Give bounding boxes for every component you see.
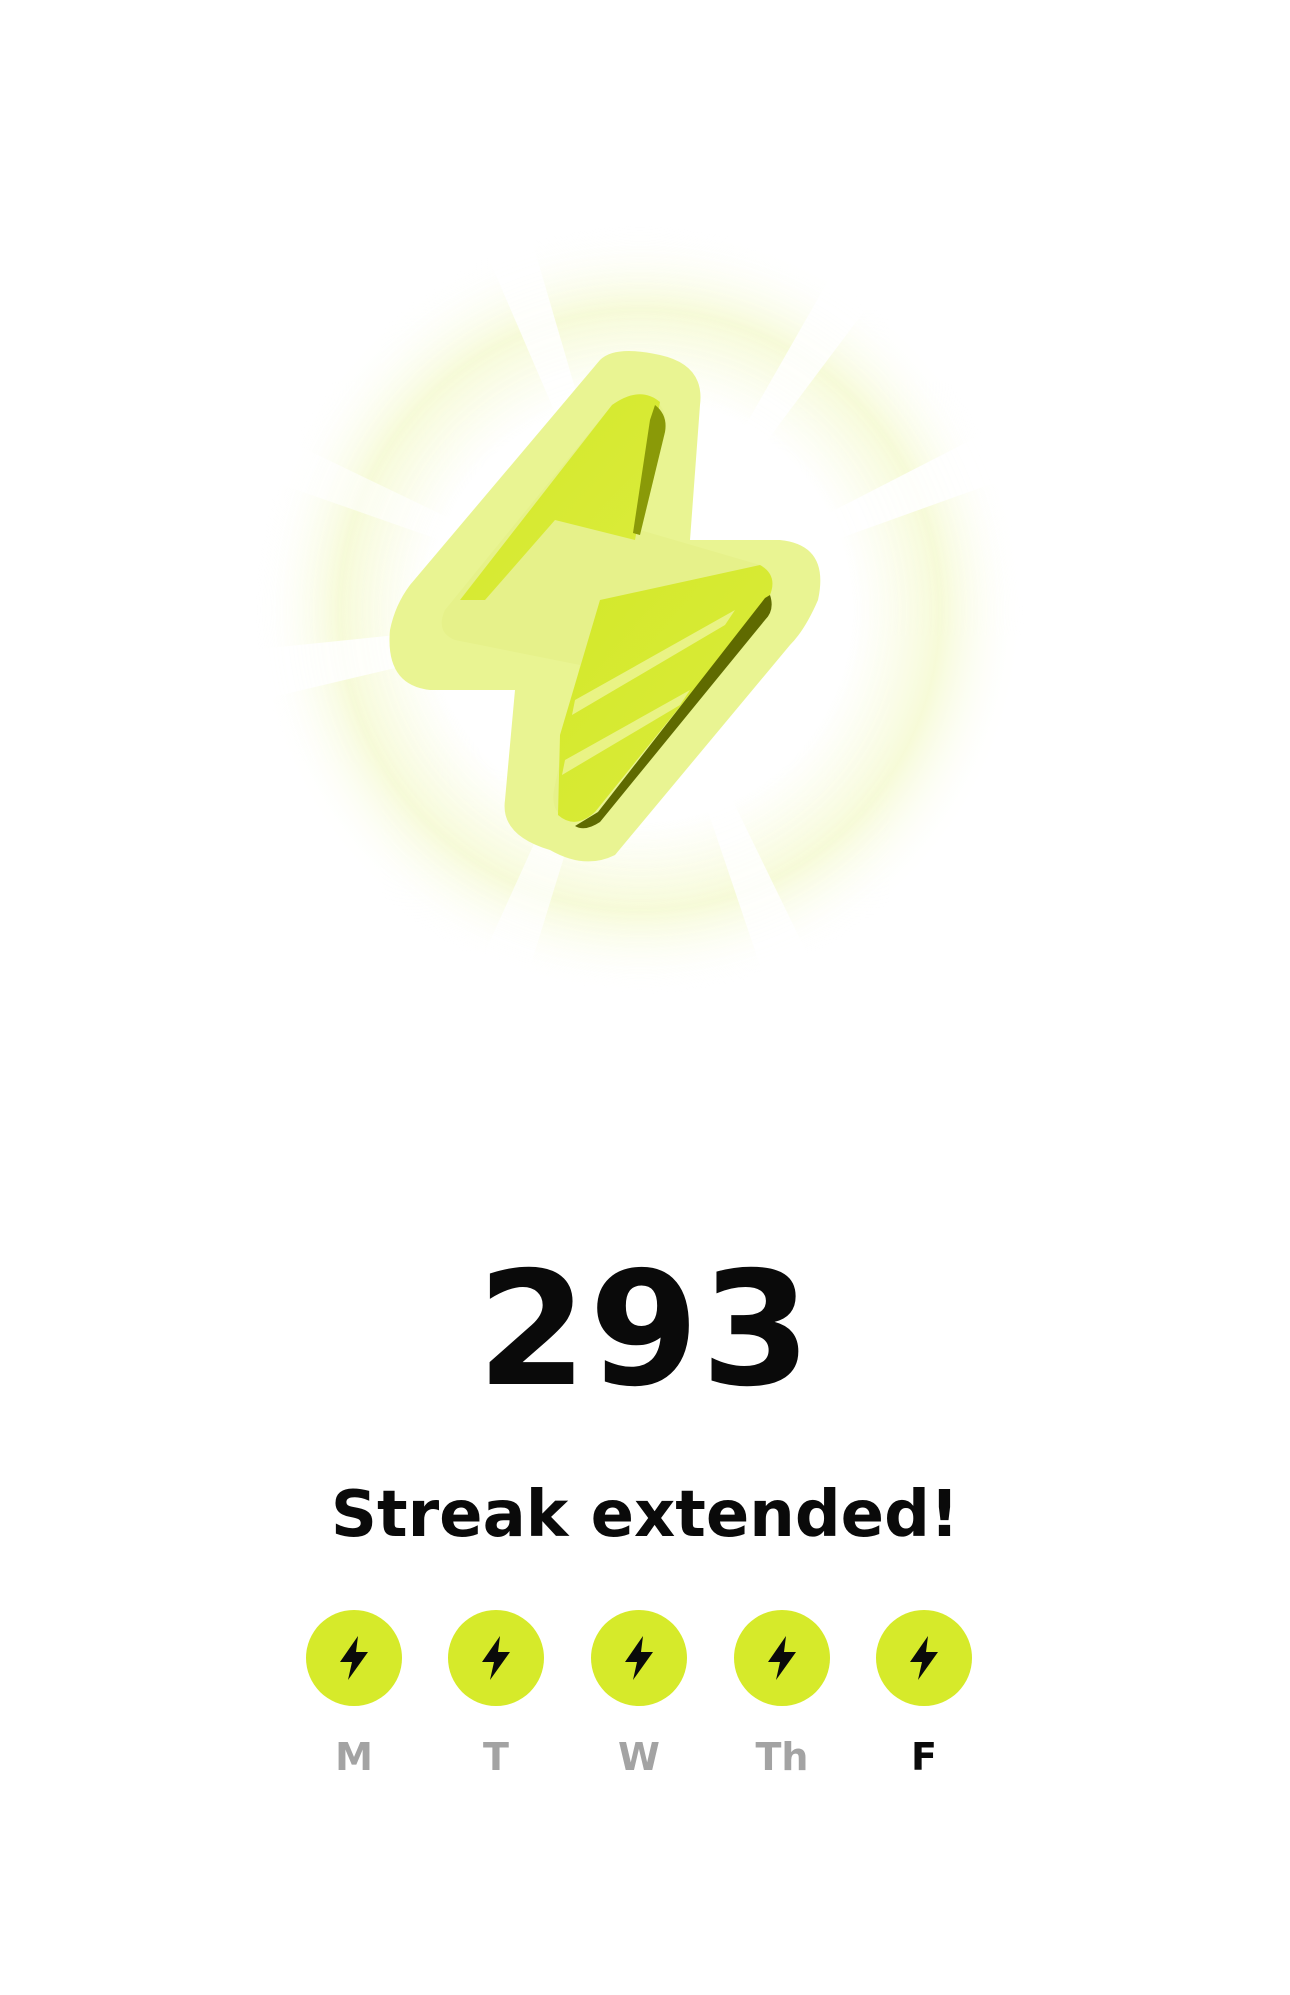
day-label-current: F bbox=[911, 1735, 937, 1779]
day-label: T bbox=[483, 1735, 509, 1779]
day-label: M bbox=[335, 1735, 373, 1779]
streak-hero-illustration bbox=[0, 0, 1290, 1100]
day-item-monday: M bbox=[306, 1610, 402, 1780]
day-item-friday: F bbox=[876, 1610, 972, 1780]
bolt-icon bbox=[734, 1610, 830, 1706]
streak-message: Streak extended! bbox=[330, 1478, 960, 1552]
day-label: Th bbox=[755, 1735, 809, 1779]
bolt-icon bbox=[876, 1610, 972, 1706]
lightning-bolt-icon bbox=[240, 200, 1030, 1000]
day-label: W bbox=[618, 1735, 660, 1779]
bolt-icon bbox=[591, 1610, 687, 1706]
week-progress: M T W Th F bbox=[0, 1610, 1290, 1790]
streak-count: 293 bbox=[477, 1238, 813, 1422]
day-item-wednesday: W bbox=[591, 1610, 687, 1780]
bolt-icon bbox=[448, 1610, 544, 1706]
day-item-thursday: Th bbox=[734, 1610, 830, 1780]
day-item-tuesday: T bbox=[448, 1610, 544, 1780]
bolt-icon bbox=[306, 1610, 402, 1706]
